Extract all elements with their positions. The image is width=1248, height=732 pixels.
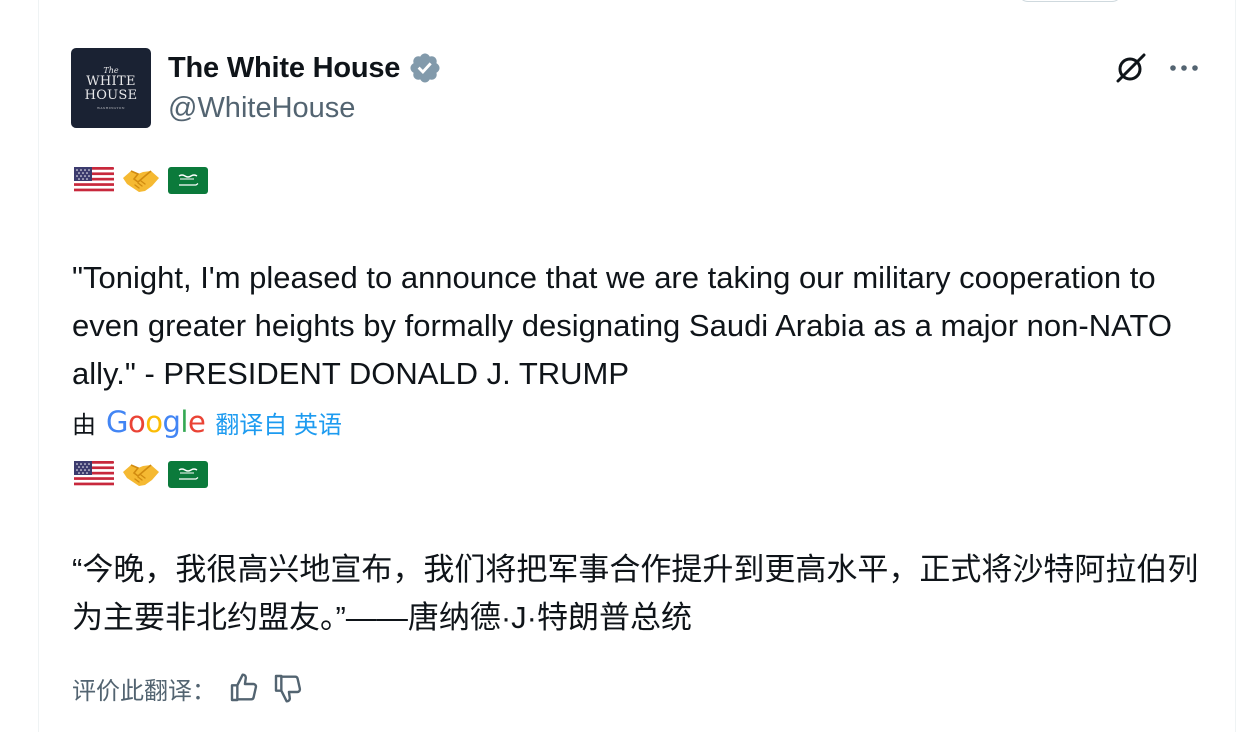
avatar-text-line4: WASHINGTON — [96, 106, 126, 110]
avatar[interactable]: The WHITE HOUSE WASHINGTON — [71, 48, 151, 128]
handshake-icon — [123, 464, 159, 486]
grok-icon[interactable] — [1113, 50, 1149, 86]
translated-from-link[interactable]: 翻译自 英语 — [215, 405, 342, 440]
verified-badge-icon[interactable] — [408, 51, 442, 85]
author-name-row: The White House — [168, 50, 442, 86]
us-flag-icon — [74, 461, 114, 488]
thumbs-up-icon[interactable] — [228, 672, 260, 704]
author-handle[interactable]: @WhiteHouse — [168, 92, 355, 125]
translated-by-row: 由 Google 翻译自 英语 — [72, 400, 342, 444]
translated-by-label: 由 — [72, 411, 96, 439]
emoji-row — [73, 164, 209, 196]
google-logo: Google — [106, 405, 206, 439]
translated-text: “今晚，我很高兴地宣布，我们将把军事合作提升到更高水平，正式将沙特阿拉伯列为主要… — [72, 552, 1199, 635]
handshake-icon — [123, 170, 159, 192]
author-display-name[interactable]: The White House — [168, 52, 400, 85]
avatar-text-line3: HOUSE — [84, 88, 138, 103]
saudi-flag-icon — [168, 461, 208, 488]
thumbs-down-icon[interactable] — [272, 672, 304, 704]
rate-translation-row: 评价此翻译： — [72, 668, 304, 708]
us-flag-icon — [74, 167, 114, 194]
translated-emoji-row — [73, 458, 209, 490]
rate-translation-label: 评价此翻译： — [72, 677, 216, 705]
more-options-icon[interactable] — [1166, 54, 1202, 82]
tweet-text: "Tonight, I'm pleased to announce that w… — [72, 260, 1181, 391]
avatar-text-line2: WHITE — [86, 74, 136, 89]
top-pill-button[interactable] — [1018, 0, 1122, 2]
saudi-flag-icon — [168, 167, 208, 194]
